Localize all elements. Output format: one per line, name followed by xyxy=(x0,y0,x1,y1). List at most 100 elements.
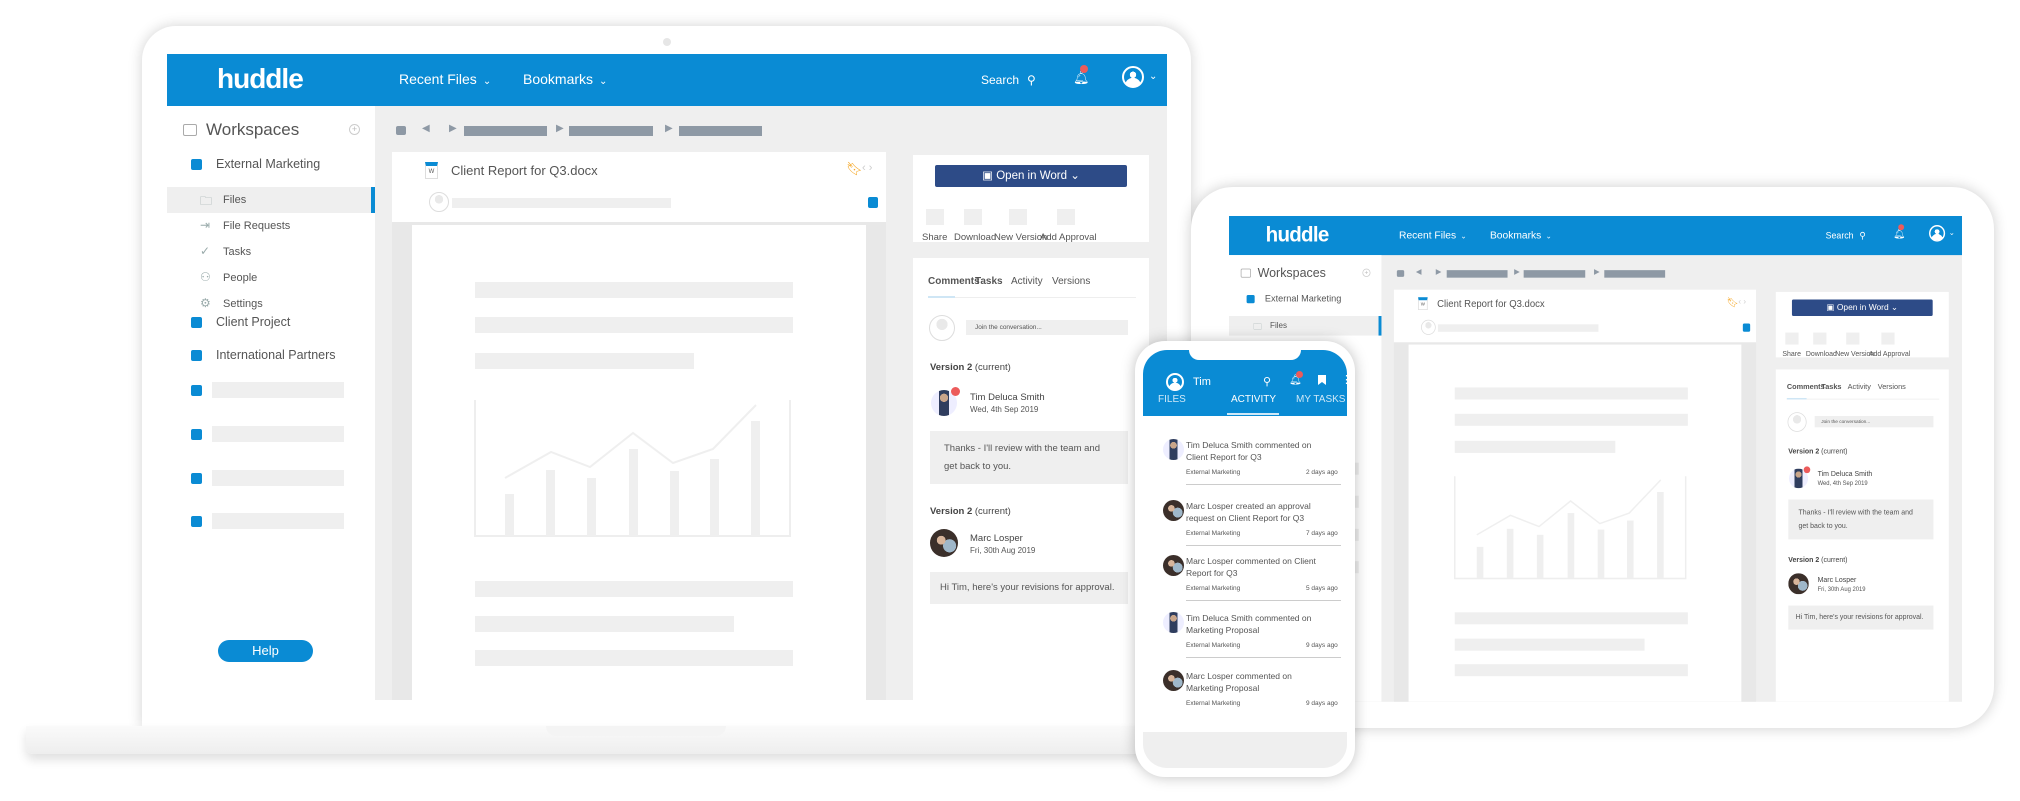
tab-comments[interactable]: Comments xyxy=(1787,383,1825,391)
bookmark-icon[interactable]: 🔖︎ xyxy=(846,161,863,177)
prev-next-icon[interactable]: ‹ › xyxy=(862,162,872,174)
share-status-icon[interactable] xyxy=(1742,323,1751,332)
comment-input[interactable]: Join the conversation... xyxy=(966,320,1128,335)
chevron-down-icon: ⌄ xyxy=(1149,71,1158,82)
search-icon: ⚲ xyxy=(1027,73,1036,87)
search-icon[interactable]: ⚲ xyxy=(1263,375,1271,388)
share-button[interactable]: Share xyxy=(922,232,947,243)
open-in-word-button[interactable]: ▣ Open in Word ⌄ xyxy=(1791,299,1933,317)
search-button[interactable]: Search ⚲ xyxy=(1826,230,1866,241)
sidebar-item-tasks[interactable]: Tasks xyxy=(223,246,251,258)
tab-versions[interactable]: Versions xyxy=(1052,276,1090,287)
user-avatar-icon[interactable] xyxy=(1122,66,1144,88)
new-version-icon[interactable] xyxy=(1009,209,1027,225)
notification-badge xyxy=(1898,224,1905,231)
share-button[interactable]: Share xyxy=(1782,350,1801,358)
comment-text: Hi Tim, here's your revisions for approv… xyxy=(1788,605,1934,630)
activity-text[interactable]: Marc Losper commented on Client Report f… xyxy=(1186,555,1326,579)
add-workspace-icon[interactable]: + xyxy=(1362,268,1371,277)
tab-activity[interactable]: Activity xyxy=(1011,276,1043,287)
breadcrumb-item[interactable] xyxy=(1604,270,1666,278)
download-icon[interactable] xyxy=(1813,332,1827,345)
share-icon[interactable] xyxy=(1785,332,1799,345)
home-icon[interactable] xyxy=(396,126,406,135)
recent-files-menu[interactable]: Recent Files ⌄ xyxy=(1399,229,1467,241)
download-button[interactable]: Download xyxy=(954,232,996,243)
download-button[interactable]: Download xyxy=(1806,350,1837,358)
breadcrumb-item[interactable] xyxy=(679,126,762,136)
more-options-icon[interactable]: ⋮ xyxy=(1341,373,1347,386)
mobile-tab-files[interactable]: FILES xyxy=(1158,394,1186,405)
activity-workspace: External Marketing xyxy=(1186,585,1241,592)
new-version-icon[interactable] xyxy=(1846,332,1860,345)
activity-divider xyxy=(1186,657,1341,658)
chart-bar xyxy=(670,471,679,536)
add-approval-icon[interactable] xyxy=(1881,332,1895,345)
share-status-icon[interactable] xyxy=(868,197,878,208)
add-approval-icon[interactable] xyxy=(1057,209,1075,225)
tab-comments[interactable]: Comments xyxy=(928,276,980,287)
user-avatar-icon[interactable] xyxy=(1166,373,1184,391)
version-label: Version 2 (current) xyxy=(1788,556,1847,564)
search-button[interactable]: Search ⚲ xyxy=(981,73,1036,87)
sidebar-item-people[interactable]: People xyxy=(223,272,257,284)
huddle-logo[interactable]: huddle xyxy=(1266,223,1330,247)
back-arrow-icon[interactable]: ◀ xyxy=(422,123,430,134)
mobile-tab-activity[interactable]: ACTIVITY xyxy=(1231,394,1276,405)
workspace-external-marketing[interactable]: External Marketing xyxy=(216,157,320,171)
online-status-badge xyxy=(951,387,960,396)
mobile-tab-my-tasks[interactable]: MY TASKS xyxy=(1296,394,1345,405)
sidebar-item-files[interactable] xyxy=(1229,316,1382,336)
add-approval-button[interactable]: Add Approval xyxy=(1869,350,1910,358)
chart-bar xyxy=(710,459,719,536)
workspace-color-icon xyxy=(191,317,202,328)
add-approval-button[interactable]: Add Approval xyxy=(1040,232,1097,243)
text-line-placeholder xyxy=(1454,664,1688,677)
activity-time: 9 days ago xyxy=(1306,700,1338,707)
sidebar-item-settings[interactable]: Settings xyxy=(223,298,263,310)
breadcrumb-item[interactable] xyxy=(1523,270,1586,278)
help-button[interactable]: Help xyxy=(218,640,313,662)
add-workspace-icon[interactable]: + xyxy=(349,124,360,135)
bookmark-icon[interactable] xyxy=(1318,375,1326,385)
home-icon[interactable] xyxy=(1396,270,1405,277)
workspace-client-project[interactable]: Client Project xyxy=(216,315,290,329)
user-avatar-icon[interactable] xyxy=(1929,225,1946,242)
prev-next-icon[interactable]: ‹ › xyxy=(1738,297,1746,306)
download-icon[interactable] xyxy=(964,209,982,225)
workspace-international-partners[interactable]: International Partners xyxy=(216,348,336,362)
tab-tasks[interactable]: Tasks xyxy=(1821,383,1841,391)
chart-bar xyxy=(1657,491,1664,579)
back-arrow-icon[interactable]: ◀ xyxy=(1416,268,1422,276)
workspace-external-marketing[interactable]: External Marketing xyxy=(1265,293,1341,304)
huddle-logo[interactable]: huddle xyxy=(217,63,304,95)
breadcrumb-item[interactable] xyxy=(464,126,547,136)
comment-text: Hi Tim, here's your revisions for approv… xyxy=(930,572,1128,604)
chart-bar xyxy=(546,470,555,536)
chart-bar xyxy=(1627,520,1634,579)
activity-text[interactable]: Tim Deluca Smith commented on Client Rep… xyxy=(1186,439,1326,463)
recent-files-menu[interactable]: Recent Files ⌄ xyxy=(399,71,491,87)
sidebar-item-files[interactable] xyxy=(167,187,375,213)
activity-text[interactable]: Marc Losper created an approval request … xyxy=(1186,500,1326,524)
tab-activity[interactable]: Activity xyxy=(1848,383,1871,391)
tab-tasks[interactable]: Tasks xyxy=(975,276,1003,287)
activity-workspace: External Marketing xyxy=(1186,530,1241,537)
activity-workspace: External Marketing xyxy=(1186,469,1241,476)
bookmark-icon[interactable]: 🔖︎ xyxy=(1727,296,1739,308)
comment-date: Wed, 4th Sep 2019 xyxy=(1817,479,1868,487)
comment-input[interactable]: Join the conversation... xyxy=(1814,416,1934,428)
comment-author: Tim Deluca Smith xyxy=(970,392,1045,403)
sidebar-item-file-requests[interactable]: File Requests xyxy=(223,220,290,232)
tab-versions[interactable]: Versions xyxy=(1878,383,1906,391)
activity-text[interactable]: Marc Losper commented on Marketing Propo… xyxy=(1186,670,1326,694)
bookmarks-menu[interactable]: Bookmarks ⌄ xyxy=(1490,229,1552,241)
open-in-word-button[interactable]: ▣ Open in Word ⌄ xyxy=(935,165,1127,187)
word-file-icon: W xyxy=(1418,297,1428,310)
share-icon[interactable] xyxy=(926,209,944,225)
breadcrumb-item[interactable] xyxy=(569,126,653,136)
breadcrumb-item[interactable] xyxy=(1446,270,1508,278)
bookmarks-menu[interactable]: Bookmarks ⌄ xyxy=(523,71,607,87)
activity-text[interactable]: Tim Deluca Smith commented on Marketing … xyxy=(1186,612,1326,636)
chart-bar xyxy=(1597,529,1605,579)
